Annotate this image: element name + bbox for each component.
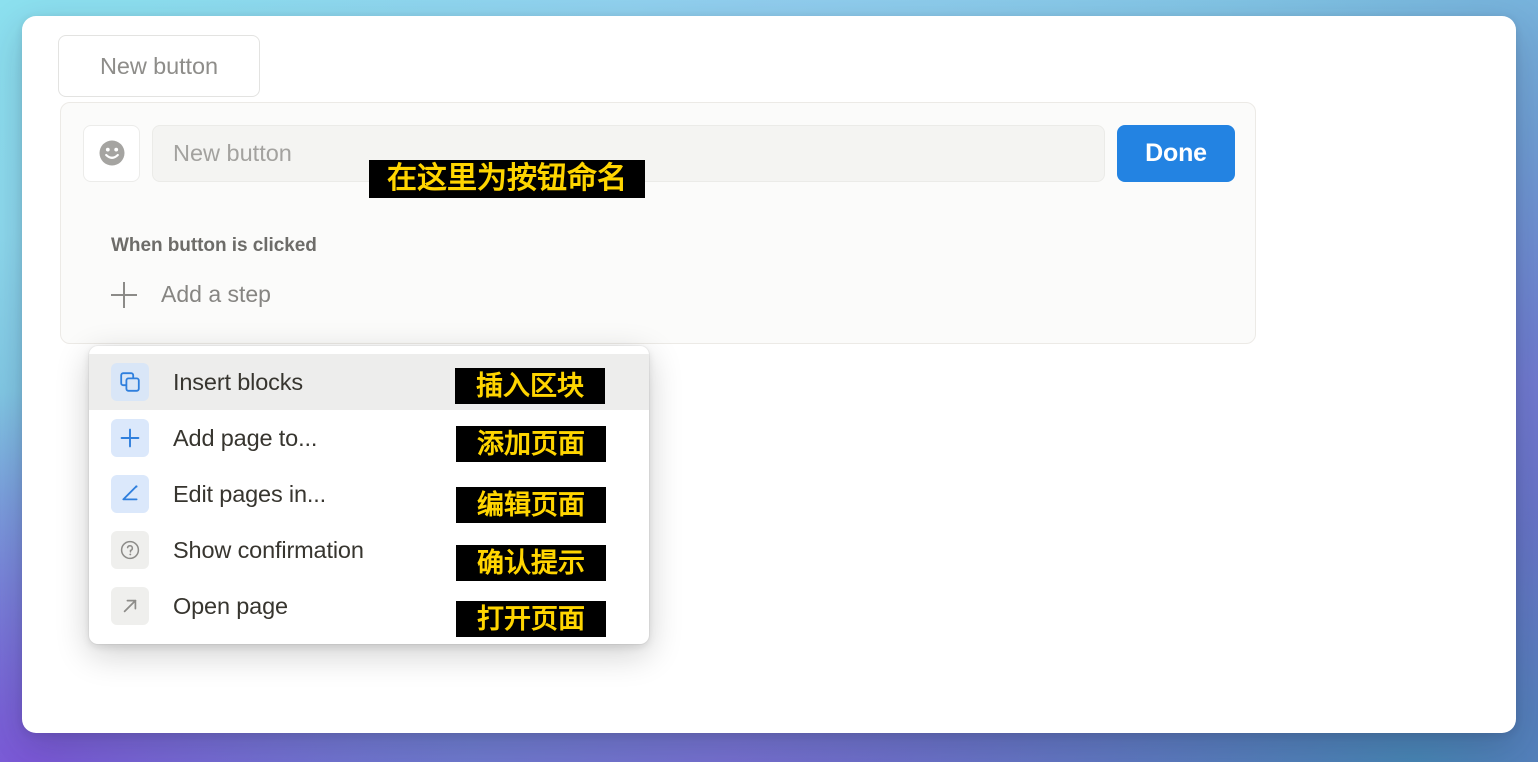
pencil-edit-icon: [111, 475, 149, 513]
button-config-card: New button Done When button is clicked A…: [60, 102, 1256, 344]
duplicate-blocks-icon: [111, 363, 149, 401]
menu-item-label: Insert blocks: [173, 368, 303, 395]
menu-item-label: Add page to...: [173, 424, 318, 451]
menu-item-label: Edit pages in...: [173, 480, 327, 507]
annotation-add-page: 添加页面: [456, 426, 606, 462]
annotation-edit-pages: 编辑页面: [456, 487, 606, 523]
annotation-insert-blocks: 插入区块: [455, 368, 605, 404]
smiley-face-icon: [99, 140, 124, 166]
add-step-label: Add a step: [161, 281, 271, 307]
plus-icon: [111, 281, 137, 308]
emoji-picker-button[interactable]: [83, 124, 140, 182]
add-step-button[interactable]: Add a step: [111, 281, 271, 308]
app-window: New button New button Done When button i…: [22, 16, 1516, 733]
button-name-row: New button Done: [83, 124, 1235, 182]
annotation-open-page: 打开页面: [456, 601, 606, 637]
plus-icon: [111, 419, 149, 457]
new-button-preview[interactable]: New button: [58, 35, 260, 97]
arrow-up-right-icon: [111, 587, 149, 625]
done-button[interactable]: Done: [1117, 124, 1235, 182]
menu-item-label: Show confirmation: [173, 536, 364, 563]
menu-item-label: Open page: [173, 592, 288, 619]
annotation-name-button: 在这里为按钮命名: [369, 160, 645, 198]
trigger-label: When button is clicked: [111, 235, 317, 256]
annotation-show-confirmation: 确认提示: [456, 545, 606, 581]
question-circle-icon: [111, 531, 149, 569]
button-name-placeholder: New button: [173, 139, 292, 166]
